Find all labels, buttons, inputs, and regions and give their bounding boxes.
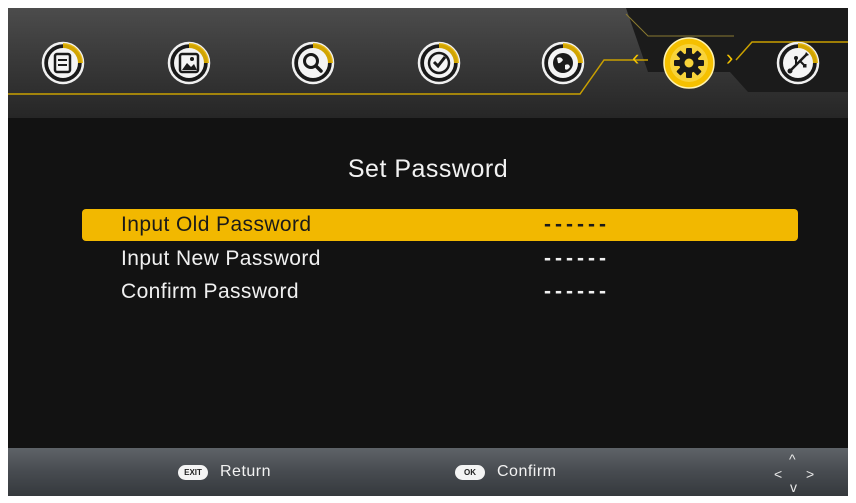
input-new-password-label: Input New Password	[121, 247, 321, 270]
globe-icon[interactable]	[541, 41, 585, 85]
return-hint[interactable]: EXIT Return	[178, 460, 271, 484]
input-old-password-row[interactable]: Input Old Password ------	[82, 209, 798, 241]
exit-key-icon: EXIT	[178, 464, 208, 480]
top-menu-bar: ‹ ›	[8, 8, 848, 118]
channel-list-icon[interactable]	[41, 41, 85, 85]
confirm-hint[interactable]: OK Confirm	[455, 460, 557, 484]
picture-icon[interactable]	[167, 41, 211, 85]
input-new-password-row[interactable]: Input New Password ------	[82, 243, 798, 275]
confirm-password-row[interactable]: Confirm Password ------	[82, 276, 798, 308]
page-title: Set Password	[347, 155, 509, 183]
menu-right-arrow-icon[interactable]: ›	[726, 47, 733, 69]
search-icon[interactable]	[291, 41, 335, 85]
confirm-password-label: Confirm Password	[121, 280, 299, 303]
confirm-password-field[interactable]: ------	[544, 278, 610, 306]
nav-left-icon: <	[774, 466, 783, 482]
tv-menu-screen: ‹ › Set Password Input Old Password ----…	[8, 8, 848, 496]
clock-icon[interactable]	[417, 41, 461, 85]
bottom-hint-bar: EXIT Return OK Confirm ^ < > v	[8, 448, 848, 496]
input-old-password-label: Input Old Password	[121, 213, 312, 236]
input-new-password-field[interactable]: ------	[544, 245, 610, 273]
navigation-pad-icon: ^ < > v	[773, 452, 817, 494]
gear-icon[interactable]	[663, 37, 715, 89]
nav-right-icon: >	[806, 466, 815, 482]
password-dialog: Set Password Input Old Password ------ I…	[8, 118, 848, 448]
input-old-password-field[interactable]: ------	[544, 211, 610, 239]
nav-down-icon: v	[790, 479, 797, 495]
confirm-label: Confirm	[497, 463, 557, 480]
nav-up-icon: ^	[789, 451, 796, 467]
usb-icon[interactable]	[776, 41, 820, 85]
menu-left-arrow-icon[interactable]: ‹	[632, 47, 639, 69]
ok-key-icon: OK	[455, 464, 485, 480]
return-label: Return	[220, 463, 272, 480]
